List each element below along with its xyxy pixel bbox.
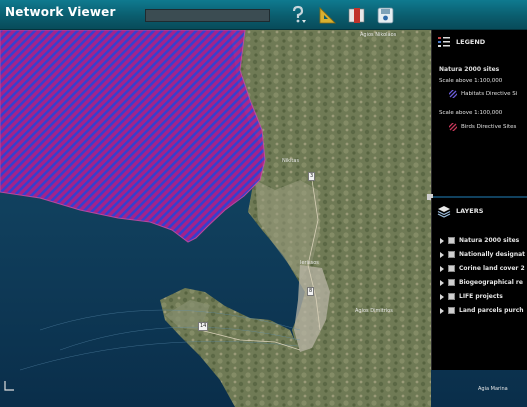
place-label: Ierissos (300, 260, 319, 266)
legend-item: Birds Directive Sites (461, 124, 517, 130)
layer-checkbox[interactable] (448, 293, 455, 300)
legend-scale: Scale above 1:100,000 (439, 110, 503, 116)
road-badge: 8 (307, 287, 315, 296)
layer-label: Land parcels purch (459, 307, 524, 314)
layer-item[interactable]: Corine land cover 2 (440, 264, 527, 274)
layer-item[interactable]: Nationally designat (440, 250, 527, 260)
birds-swatch (449, 123, 457, 131)
layer-checkbox[interactable] (448, 265, 455, 272)
place-label: Agia Marina (478, 386, 508, 392)
layer-checkbox[interactable] (448, 237, 455, 244)
save-icon[interactable] (375, 5, 397, 25)
layers-icon (437, 206, 451, 218)
layer-label: LIFE projects (459, 293, 503, 300)
map-scale-icon (4, 379, 15, 391)
place-label: Agios Dimitrios (355, 308, 393, 314)
measure-icon[interactable] (317, 5, 339, 25)
habitats-swatch (449, 90, 457, 98)
road-badge: 3 (308, 172, 316, 181)
expand-arrow-icon[interactable] (440, 252, 444, 258)
layer-item[interactable]: Land parcels purch (440, 306, 527, 316)
layer-item[interactable]: Biogeographical re (440, 278, 527, 288)
legend-panel: LEGEND Natura 2000 sites Scale above 1:1… (431, 30, 527, 196)
layer-item[interactable]: LIFE projects (440, 292, 527, 302)
place-label: Agios Nikolaos (360, 32, 397, 38)
layer-label: Natura 2000 sites (459, 237, 520, 244)
layer-checkbox[interactable] (448, 251, 455, 258)
help-icon[interactable] (287, 5, 309, 25)
layer-checkbox[interactable] (448, 307, 455, 314)
print-icon[interactable] (346, 5, 368, 25)
layers-panel: LAYERS Natura 2000 sites Nationally desi… (431, 198, 527, 370)
app-title: Network Viewer (5, 5, 116, 19)
legend-item: Habitats Directive Si (461, 91, 518, 97)
toolbar: Network Viewer (0, 0, 527, 30)
layer-label: Biogeographical re (459, 279, 523, 286)
legend-icon (438, 37, 450, 47)
layer-label: Nationally designat (459, 251, 526, 258)
layers-title: LAYERS (456, 207, 484, 215)
expand-arrow-icon[interactable] (440, 238, 444, 244)
place-label: Nikitas (282, 158, 300, 164)
search-input[interactable] (145, 9, 270, 22)
expand-arrow-icon[interactable] (440, 280, 444, 286)
road-badge: 14 (198, 322, 209, 331)
layer-item[interactable]: Natura 2000 sites (440, 236, 527, 246)
legend-scale: Scale above 1:100,000 (439, 78, 503, 84)
layer-checkbox[interactable] (448, 279, 455, 286)
expand-arrow-icon[interactable] (440, 266, 444, 272)
expand-arrow-icon[interactable] (440, 294, 444, 300)
legend-section: Natura 2000 sites (439, 66, 500, 73)
legend-title: LEGEND (456, 38, 486, 46)
layer-label: Corine land cover 2 (459, 265, 525, 272)
expand-arrow-icon[interactable] (440, 308, 444, 314)
